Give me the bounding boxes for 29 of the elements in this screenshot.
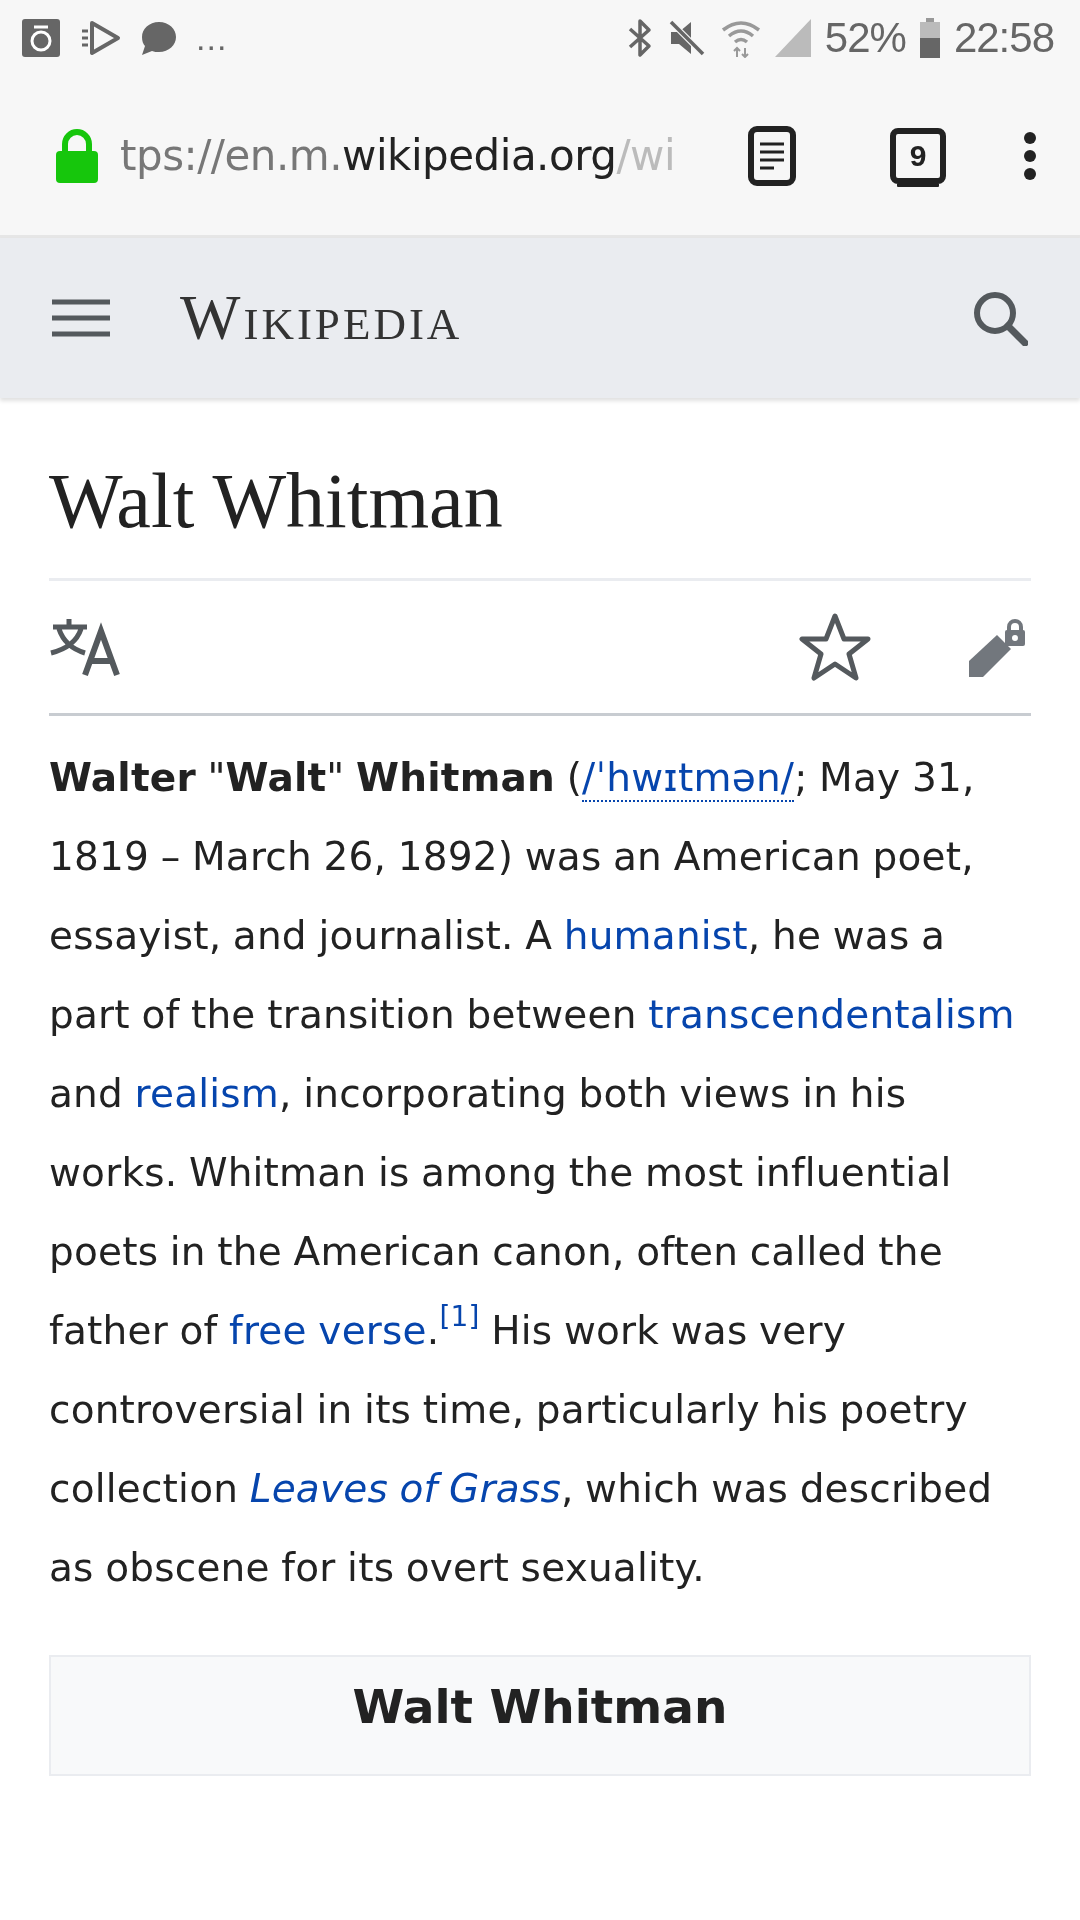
link[interactable]: humanist: [563, 912, 748, 958]
url-field[interactable]: tps://en.m.wikipedia.org/wi: [120, 131, 710, 180]
clock: 22:58: [953, 14, 1054, 62]
star-icon[interactable]: [799, 611, 871, 682]
bluetooth-icon: [626, 18, 653, 58]
link[interactable]: transcendentalism: [648, 991, 1015, 1037]
wikipedia-logo[interactable]: Wikipedia: [180, 281, 463, 355]
link[interactable]: realism: [134, 1070, 280, 1116]
battery-icon: [919, 18, 940, 58]
app-icon: [22, 19, 60, 57]
lead-paragraph: Walter "Walt" Whitman (/ˈhwɪtmən/; May 31, 1819 – March 26, 1892) was an American poet, essayist, and journalist. A humanist, he was a part of the transition between transcendentalism and realism, incorporating both views in his works. Whitman is among the most influential poets in the American canon, often called the father of free verse.$^{[1]}$ His work was very controversial in its time, particularly his poetry collection Leaves of Grass, which was described as obscene for its overt sexuality.: [49, 753, 1016, 1592]
infobox-title: Walt Whitman: [352, 1678, 728, 1734]
overflow-indicator: ...: [196, 18, 228, 58]
link[interactable]: Leaves of Grass: [249, 1465, 561, 1511]
chat-bubble-icon: [140, 20, 178, 56]
reference-link[interactable]: [1]: [439, 1299, 480, 1333]
battery-percentage: 52%: [824, 14, 906, 62]
signal-icon: [774, 19, 811, 57]
mute-icon: [666, 18, 707, 58]
article-title: Walt Whitman: [49, 456, 503, 546]
menu-icon[interactable]: [52, 298, 110, 338]
lock-icon: [56, 128, 98, 183]
search-icon[interactable]: [972, 290, 1028, 346]
reader-mode-icon[interactable]: [748, 125, 796, 186]
menu-icon[interactable]: [1022, 130, 1038, 181]
tab-switcher-button[interactable]: 9: [890, 127, 946, 184]
pronunciation-link[interactable]: /ˈhwɪtmən/: [582, 754, 795, 802]
link[interactable]: free verse: [229, 1307, 427, 1353]
wifi-icon: [720, 18, 761, 58]
